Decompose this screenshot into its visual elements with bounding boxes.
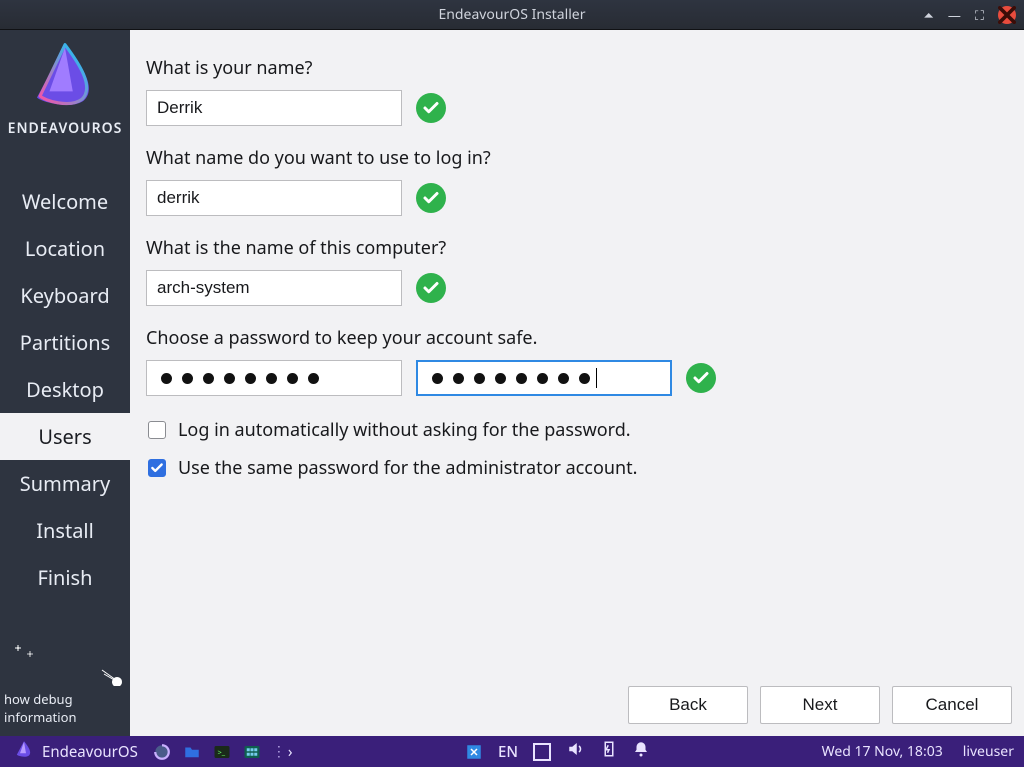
computer-label: What is the name of this computer? (146, 236, 1000, 260)
validation-ok-icon (416, 93, 446, 123)
back-button[interactable]: Back (628, 686, 748, 724)
login-input[interactable] (146, 180, 402, 216)
sidebar: ENDEAVOUROS Welcome Location Keyboard Pa… (0, 30, 130, 736)
sidebar-step-location[interactable]: Location (0, 225, 130, 272)
cancel-button[interactable]: Cancel (892, 686, 1012, 724)
autologin-label: Log in automatically without asking for … (178, 418, 631, 442)
next-button[interactable]: Next (760, 686, 880, 724)
separator-icon: ⋮ (272, 742, 278, 761)
window-controls: ⏶ — ⛶ (923, 6, 1016, 24)
validation-ok-icon (686, 363, 716, 393)
sidebar-step-desktop[interactable]: Desktop (0, 366, 130, 413)
password-label: Choose a password to keep your account s… (146, 326, 1000, 350)
name-input[interactable] (146, 90, 402, 126)
validation-ok-icon (416, 273, 446, 303)
wizard-buttons: Back Next Cancel (628, 686, 1012, 724)
same-password-checkbox[interactable] (148, 459, 166, 477)
screenshot-icon[interactable] (464, 742, 484, 762)
volume-icon[interactable] (566, 740, 586, 763)
firefox-icon[interactable] (152, 742, 172, 762)
sidebar-step-keyboard[interactable]: Keyboard (0, 272, 130, 319)
svg-text:>_: >_ (217, 748, 225, 758)
endeavouros-logo-icon (14, 739, 34, 764)
same-password-label: Use the same password for the administra… (178, 456, 637, 480)
file-manager-icon[interactable] (182, 742, 202, 762)
endeavouros-logo-icon (25, 93, 105, 115)
window-maximize-icon[interactable]: ⛶ (975, 6, 984, 24)
login-label: What name do you want to use to log in? (146, 146, 1000, 170)
debug-area: how debug information (0, 640, 130, 736)
window-title: EndeavourOS Installer (439, 5, 586, 24)
taskbar: EndeavourOS >_ ⋮ › EN (0, 736, 1024, 767)
name-label: What is your name? (146, 56, 1000, 80)
taskbar-user[interactable]: liveuser (963, 742, 1014, 761)
app-grid-icon[interactable] (242, 742, 262, 762)
taskbar-datetime[interactable]: Wed 17 Nov, 18:03 (822, 742, 943, 761)
password-confirm-input[interactable] (416, 360, 672, 396)
sidebar-step-finish[interactable]: Finish (0, 554, 130, 601)
terminal-icon[interactable]: >_ (212, 742, 232, 762)
show-debug-link[interactable]: how debug information (4, 690, 77, 726)
sidebar-step-summary[interactable]: Summary (0, 460, 130, 507)
sparkle-icon (14, 644, 126, 664)
taskbar-app-endeavouros[interactable]: EndeavourOS (10, 736, 142, 767)
comet-icon (100, 668, 126, 690)
validation-ok-icon (416, 183, 446, 213)
text-cursor-icon (596, 368, 597, 388)
sidebar-step-install[interactable]: Install (0, 507, 130, 554)
sidebar-step-users[interactable]: Users (0, 413, 130, 460)
window-close-icon[interactable] (998, 6, 1016, 24)
display-icon[interactable] (532, 742, 552, 762)
computer-input[interactable] (146, 270, 402, 306)
autologin-checkbox[interactable] (148, 421, 166, 439)
window-minimize-icon[interactable]: — (948, 6, 961, 24)
taskbar-app-label: EndeavourOS (42, 742, 138, 762)
main-panel: What is your name? What name do you want… (130, 30, 1024, 736)
sidebar-step-welcome[interactable]: Welcome (0, 178, 130, 225)
chevron-right-icon[interactable]: › (288, 742, 293, 762)
password-input[interactable] (146, 360, 402, 396)
step-list: Welcome Location Keyboard Partitions Des… (0, 178, 130, 601)
window-titlebar: EndeavourOS Installer ⏶ — ⛶ (0, 0, 1024, 30)
window-keep-above-icon[interactable]: ⏶ (923, 6, 933, 24)
sidebar-step-partitions[interactable]: Partitions (0, 319, 130, 366)
notification-bell-icon[interactable] (632, 740, 650, 763)
keyboard-layout-indicator[interactable]: EN (498, 742, 518, 762)
brand-area: ENDEAVOUROS (0, 30, 130, 144)
installer-body: ENDEAVOUROS Welcome Location Keyboard Pa… (0, 30, 1024, 736)
battery-icon[interactable] (600, 740, 618, 763)
brand-text: ENDEAVOUROS (0, 119, 130, 138)
